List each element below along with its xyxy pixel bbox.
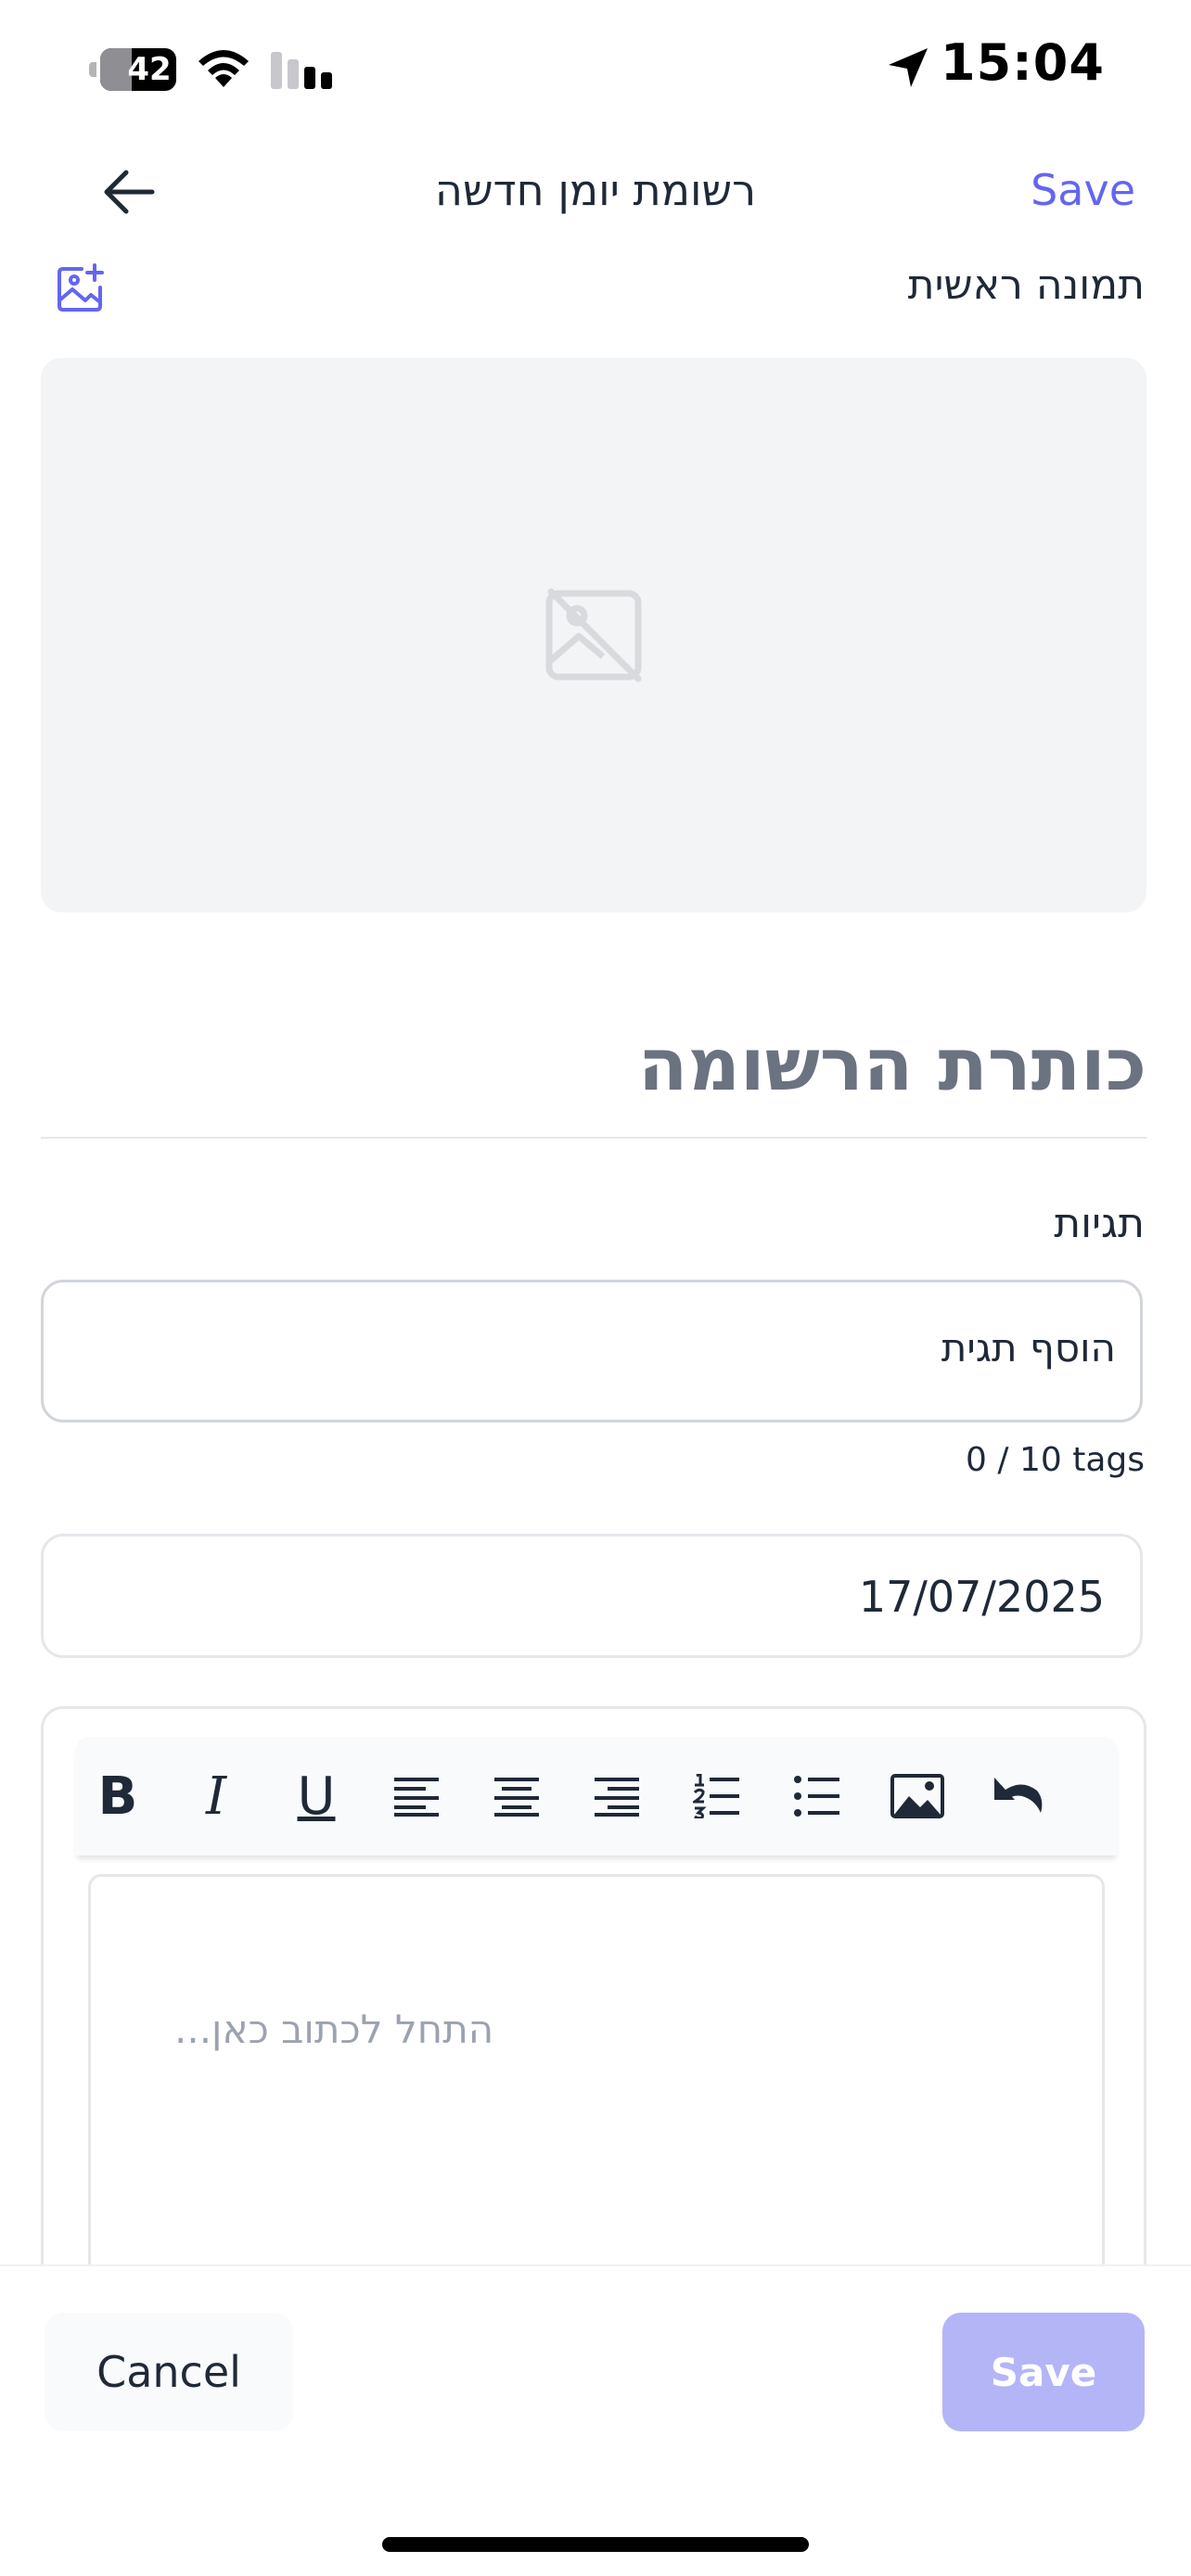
journal-entry-screen: 42 15:04 רשומת יומן חדשה Save תמונה ראשי…: [0, 0, 1191, 2576]
editor-toolbar: B I U: [75, 1737, 1118, 1855]
underline-button[interactable]: U: [283, 1766, 350, 1827]
location-arrow-icon: [889, 48, 928, 87]
add-image-icon: [58, 263, 104, 312]
wifi-icon: [198, 50, 249, 87]
battery-icon: 42: [89, 48, 178, 91]
entry-title-input[interactable]: [41, 1024, 1146, 1107]
bullet-list-icon: [794, 1776, 839, 1817]
battery-level: 42: [127, 51, 172, 88]
tag-input[interactable]: [96, 1325, 1116, 1371]
align-center-button[interactable]: [483, 1766, 550, 1826]
top-bar: רשומת יומן חדשה Save: [0, 139, 1191, 247]
main-image-placeholder[interactable]: [41, 358, 1146, 912]
undo-icon: [994, 1778, 1043, 1813]
ordered-list-button[interactable]: [684, 1766, 750, 1826]
align-left-button[interactable]: [383, 1766, 450, 1826]
tags-label: תגיות: [1054, 1200, 1145, 1247]
bold-button[interactable]: B: [84, 1766, 151, 1827]
image-off-icon: [545, 588, 642, 682]
italic-button[interactable]: I: [183, 1766, 250, 1827]
bullet-list-button[interactable]: [784, 1766, 851, 1826]
insert-image-icon: [890, 1774, 944, 1818]
add-image-button[interactable]: [54, 261, 108, 315]
page-title: רשומת יומן חדשה: [434, 165, 757, 215]
home-indicator: [382, 2537, 809, 2552]
undo-button[interactable]: [984, 1766, 1051, 1826]
editor-placeholder: התחל לכתוב כאן...: [174, 2007, 494, 2052]
bottom-action-bar: Cancel Save: [0, 2264, 1191, 2576]
save-button[interactable]: Save: [942, 2313, 1145, 2431]
status-bar: 42 15:04: [0, 0, 1191, 139]
tag-count: 0 / 10 tags: [966, 1441, 1145, 1479]
header-save-button[interactable]: Save: [1031, 165, 1135, 215]
insert-image-button[interactable]: [884, 1766, 951, 1826]
align-right-icon: [595, 1778, 639, 1817]
cellular-signal-icon: [271, 50, 334, 89]
align-right-button[interactable]: [583, 1766, 650, 1826]
main-image-label: תמונה ראשית: [907, 261, 1145, 309]
status-time: 15:04: [941, 33, 1105, 92]
date-field[interactable]: 17/07/2025: [41, 1534, 1143, 1658]
ordered-list-icon: [693, 1774, 739, 1818]
cancel-button[interactable]: Cancel: [45, 2313, 293, 2431]
tag-input-container[interactable]: [41, 1280, 1143, 1422]
date-value: 17/07/2025: [858, 1572, 1105, 1622]
align-left-icon: [394, 1778, 439, 1817]
align-center-icon: [494, 1778, 539, 1817]
entry-title-field: [41, 1007, 1146, 1139]
